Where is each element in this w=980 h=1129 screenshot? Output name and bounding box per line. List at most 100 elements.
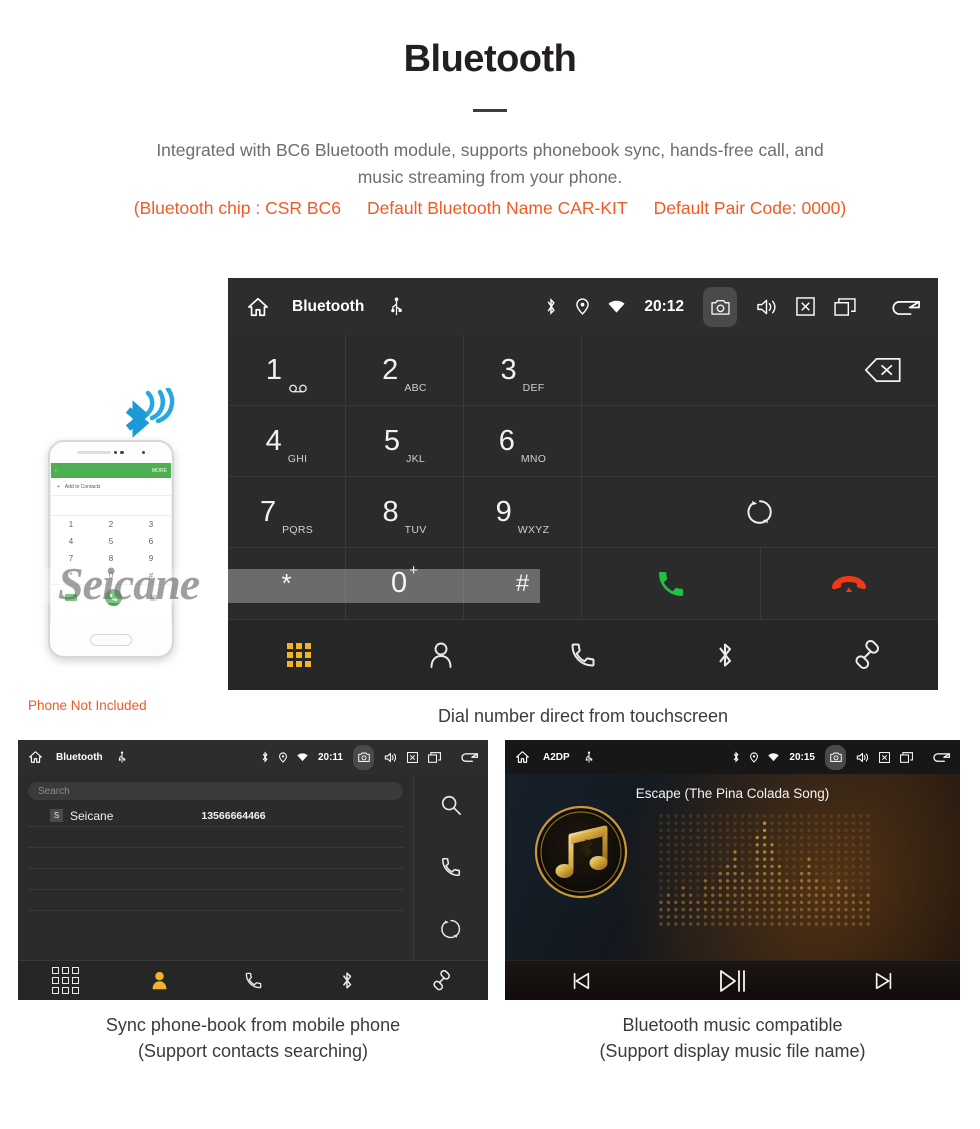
wifi-icon xyxy=(608,300,625,314)
camera-icon[interactable] xyxy=(825,744,846,770)
play-pause-button[interactable] xyxy=(657,968,809,994)
home-icon[interactable] xyxy=(28,750,43,764)
key-8[interactable]: 8 TUV xyxy=(346,477,464,548)
recents-icon[interactable] xyxy=(900,751,913,763)
phone-key: 1 xyxy=(68,520,74,529)
spec-line: (Bluetooth chip : CSR BC6 Default Bluetoo… xyxy=(0,198,980,219)
nav-contacts[interactable] xyxy=(112,970,206,991)
blank-cell xyxy=(582,406,938,477)
back-icon[interactable] xyxy=(460,751,478,763)
call-icon[interactable] xyxy=(440,856,462,878)
key-2[interactable]: 2 ABC xyxy=(346,335,464,406)
phonebook-status-bar: Bluetooth 20:11 xyxy=(18,740,488,774)
keyboard-icon: ▦ xyxy=(149,593,158,602)
key-4[interactable]: 4 GHI xyxy=(228,406,346,477)
phone-home-button xyxy=(50,623,172,656)
sync-icon[interactable] xyxy=(440,918,462,940)
sync-contacts-button[interactable] xyxy=(582,477,938,548)
phone-key: # xyxy=(148,571,154,580)
nav-bluetooth[interactable] xyxy=(300,970,394,991)
key-1[interactable]: 1 xyxy=(228,335,346,406)
phone-body: ‹ MORE + Add to Contacts 1 2 3 4 5 6 7 8… xyxy=(48,440,174,658)
dialer-clock: 20:12 xyxy=(644,297,684,315)
key-0[interactable]: 0 + xyxy=(346,548,464,619)
phone-appbar: ‹ MORE xyxy=(51,463,171,478)
close-box-icon[interactable] xyxy=(407,751,418,763)
nav-keypad[interactable] xyxy=(228,642,370,667)
contact-initial-badge: S xyxy=(50,809,63,822)
key-hash[interactable]: # xyxy=(464,548,582,619)
contact-list: Search S Seicane 13566664466 xyxy=(18,774,414,960)
backspace-button[interactable] xyxy=(582,335,938,406)
home-icon[interactable] xyxy=(515,750,530,764)
phone-key: 4 xyxy=(68,537,74,546)
volume-icon[interactable] xyxy=(756,298,777,316)
usb-icon xyxy=(390,296,403,317)
add-contact-label: Add to Contacts xyxy=(64,483,101,490)
dial-keypad: 1 2 ABC 3 DEF 4 GHI 5 JKL 6 MNO 7 PQRS 8… xyxy=(228,335,938,619)
play-pause-icon xyxy=(718,968,748,994)
intro-line-1: Integrated with BC6 Bluetooth module, su… xyxy=(156,140,824,160)
previous-track-button[interactable] xyxy=(505,970,657,992)
camera-icon[interactable] xyxy=(703,286,737,327)
back-icon[interactable] xyxy=(890,297,920,317)
search-input[interactable]: Search xyxy=(28,782,403,800)
nav-recent-calls[interactable] xyxy=(512,641,654,669)
key-label: 2 xyxy=(382,353,399,386)
phone-keypad: 1 2 3 4 5 6 7 8 9 * 0 # xyxy=(51,516,171,584)
nav-link[interactable] xyxy=(394,970,488,991)
back-icon[interactable] xyxy=(932,751,950,763)
table-row[interactable]: S Seicane 13566664466 xyxy=(28,806,403,827)
key-6[interactable]: 6 MNO xyxy=(464,406,582,477)
recent-calls-icon xyxy=(244,971,263,990)
call-button[interactable] xyxy=(582,548,761,619)
nav-bluetooth[interactable] xyxy=(654,640,796,670)
call-icon xyxy=(655,568,687,600)
nav-keypad[interactable] xyxy=(18,967,112,994)
location-icon xyxy=(750,751,759,763)
key-9[interactable]: 9 WXYZ xyxy=(464,477,582,548)
phone-number-field xyxy=(51,496,171,516)
phone-key: * xyxy=(69,571,73,580)
phonebook-clock: 20:11 xyxy=(317,751,343,763)
music-caption-line-2: (Support display music file name) xyxy=(599,1041,866,1061)
end-call-button[interactable] xyxy=(760,548,938,619)
dialer-status-bar: Bluetooth 20:12 xyxy=(228,278,938,335)
key-label: 3 xyxy=(500,353,517,386)
key-3[interactable]: 3 DEF xyxy=(464,335,582,406)
key-star[interactable]: * xyxy=(228,548,346,619)
next-track-icon xyxy=(873,970,895,992)
end-call-icon xyxy=(831,572,867,596)
nav-recent-calls[interactable] xyxy=(206,971,300,990)
volume-icon[interactable] xyxy=(856,752,869,763)
phone-action-row: ▦ xyxy=(51,584,171,610)
key-5[interactable]: 5 JKL xyxy=(346,406,464,477)
recent-calls-icon xyxy=(569,641,597,669)
table-row xyxy=(28,848,403,869)
keypad-icon xyxy=(51,967,79,994)
camera-icon[interactable] xyxy=(353,744,374,770)
phone-earpiece xyxy=(50,442,172,463)
phone-back-icon: ‹ xyxy=(55,467,57,474)
volume-icon[interactable] xyxy=(384,752,397,763)
dialer-caption: Dial number direct from touchscreen xyxy=(437,706,729,726)
recents-icon[interactable] xyxy=(834,297,856,316)
close-box-icon[interactable] xyxy=(796,297,815,316)
phone-key: 8 xyxy=(108,554,114,563)
music-status-bar: A2DP 20:15 xyxy=(505,740,960,774)
link-icon xyxy=(431,970,452,991)
keypad-icon xyxy=(287,642,311,667)
nav-contacts[interactable] xyxy=(370,641,512,669)
bluetooth-icon xyxy=(340,970,354,991)
nav-link[interactable] xyxy=(796,639,938,670)
next-track-button[interactable] xyxy=(808,970,960,992)
key-7[interactable]: 7 PQRS xyxy=(228,477,346,548)
backspace-icon xyxy=(864,357,902,383)
home-icon[interactable] xyxy=(246,296,270,318)
recents-icon[interactable] xyxy=(428,751,441,763)
contacts-icon xyxy=(150,970,169,991)
search-icon[interactable] xyxy=(440,794,462,816)
phone-key: 2 xyxy=(108,520,114,529)
close-box-icon[interactable] xyxy=(879,751,890,763)
bluetooth-icon xyxy=(732,751,740,763)
